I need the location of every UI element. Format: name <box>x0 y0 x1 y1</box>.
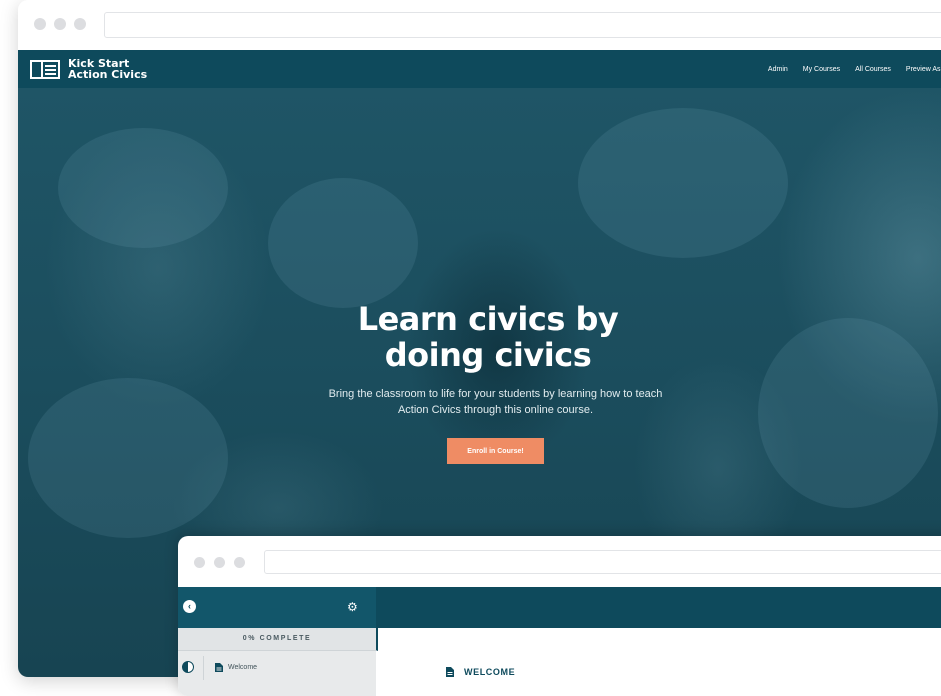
course-sidebar-header: ‹ ⚙ <box>178 587 376 628</box>
window-close-dot[interactable] <box>34 18 46 30</box>
progress-label: 0% COMPLETE <box>178 628 378 651</box>
brand-line-2: Action Civics <box>68 68 148 81</box>
nav-links: Admin My Courses All Courses Preview As … <box>768 50 941 88</box>
hero-background-shape <box>58 128 228 248</box>
section-heading: WELCOME <box>464 667 516 677</box>
hero-background-shape <box>268 178 418 308</box>
nav-admin-link[interactable]: Admin <box>768 66 788 73</box>
course-player-header: ‹ ⚙ <box>178 587 941 628</box>
lesson-divider <box>203 656 204 680</box>
browser-chrome <box>18 0 941 50</box>
window-close-dot[interactable] <box>194 557 205 568</box>
site-navbar: Kick Start Action Civics Admin My Course… <box>18 50 941 88</box>
chevron-left-icon[interactable]: ‹ <box>183 600 196 613</box>
hero-title-line-1: Learn civics by <box>357 300 619 338</box>
document-icon <box>446 667 454 677</box>
book-icon[interactable] <box>30 60 60 79</box>
window-maximize-dot[interactable] <box>234 557 245 568</box>
course-sidebar: 0% COMPLETE Welcome <box>178 628 378 696</box>
progress-circle-icon <box>182 661 194 673</box>
nav-my-courses-link[interactable]: My Courses <box>803 66 840 73</box>
course-player-window: ‹ ⚙ 0% COMPLETE Welcome WELCOME <box>178 536 941 696</box>
lesson-item-welcome[interactable]: Welcome <box>178 656 376 680</box>
lesson-label: Welcome <box>228 664 258 671</box>
address-bar[interactable] <box>264 550 941 574</box>
hero-title-line-2: doing civics <box>384 336 592 374</box>
hero-background-shape <box>28 378 228 538</box>
enroll-button[interactable]: Enroll in Course! <box>447 438 544 464</box>
site-logo-text[interactable]: Kick Start Action Civics <box>68 58 147 80</box>
nav-all-courses-link[interactable]: All Courses <box>855 66 891 73</box>
hero-background-shape <box>578 108 788 258</box>
window-maximize-dot[interactable] <box>74 18 86 30</box>
window-minimize-dot[interactable] <box>214 557 225 568</box>
address-bar[interactable] <box>104 12 941 38</box>
hero-title: Learn civics by doing civics <box>18 301 941 373</box>
gear-icon[interactable]: ⚙ <box>347 600 358 614</box>
document-icon <box>215 663 223 672</box>
hero-subtitle: Bring the classroom to life for your stu… <box>328 388 663 416</box>
window-minimize-dot[interactable] <box>54 18 66 30</box>
nav-preview-as-dropdown[interactable]: Preview As ▾ <box>906 65 941 73</box>
